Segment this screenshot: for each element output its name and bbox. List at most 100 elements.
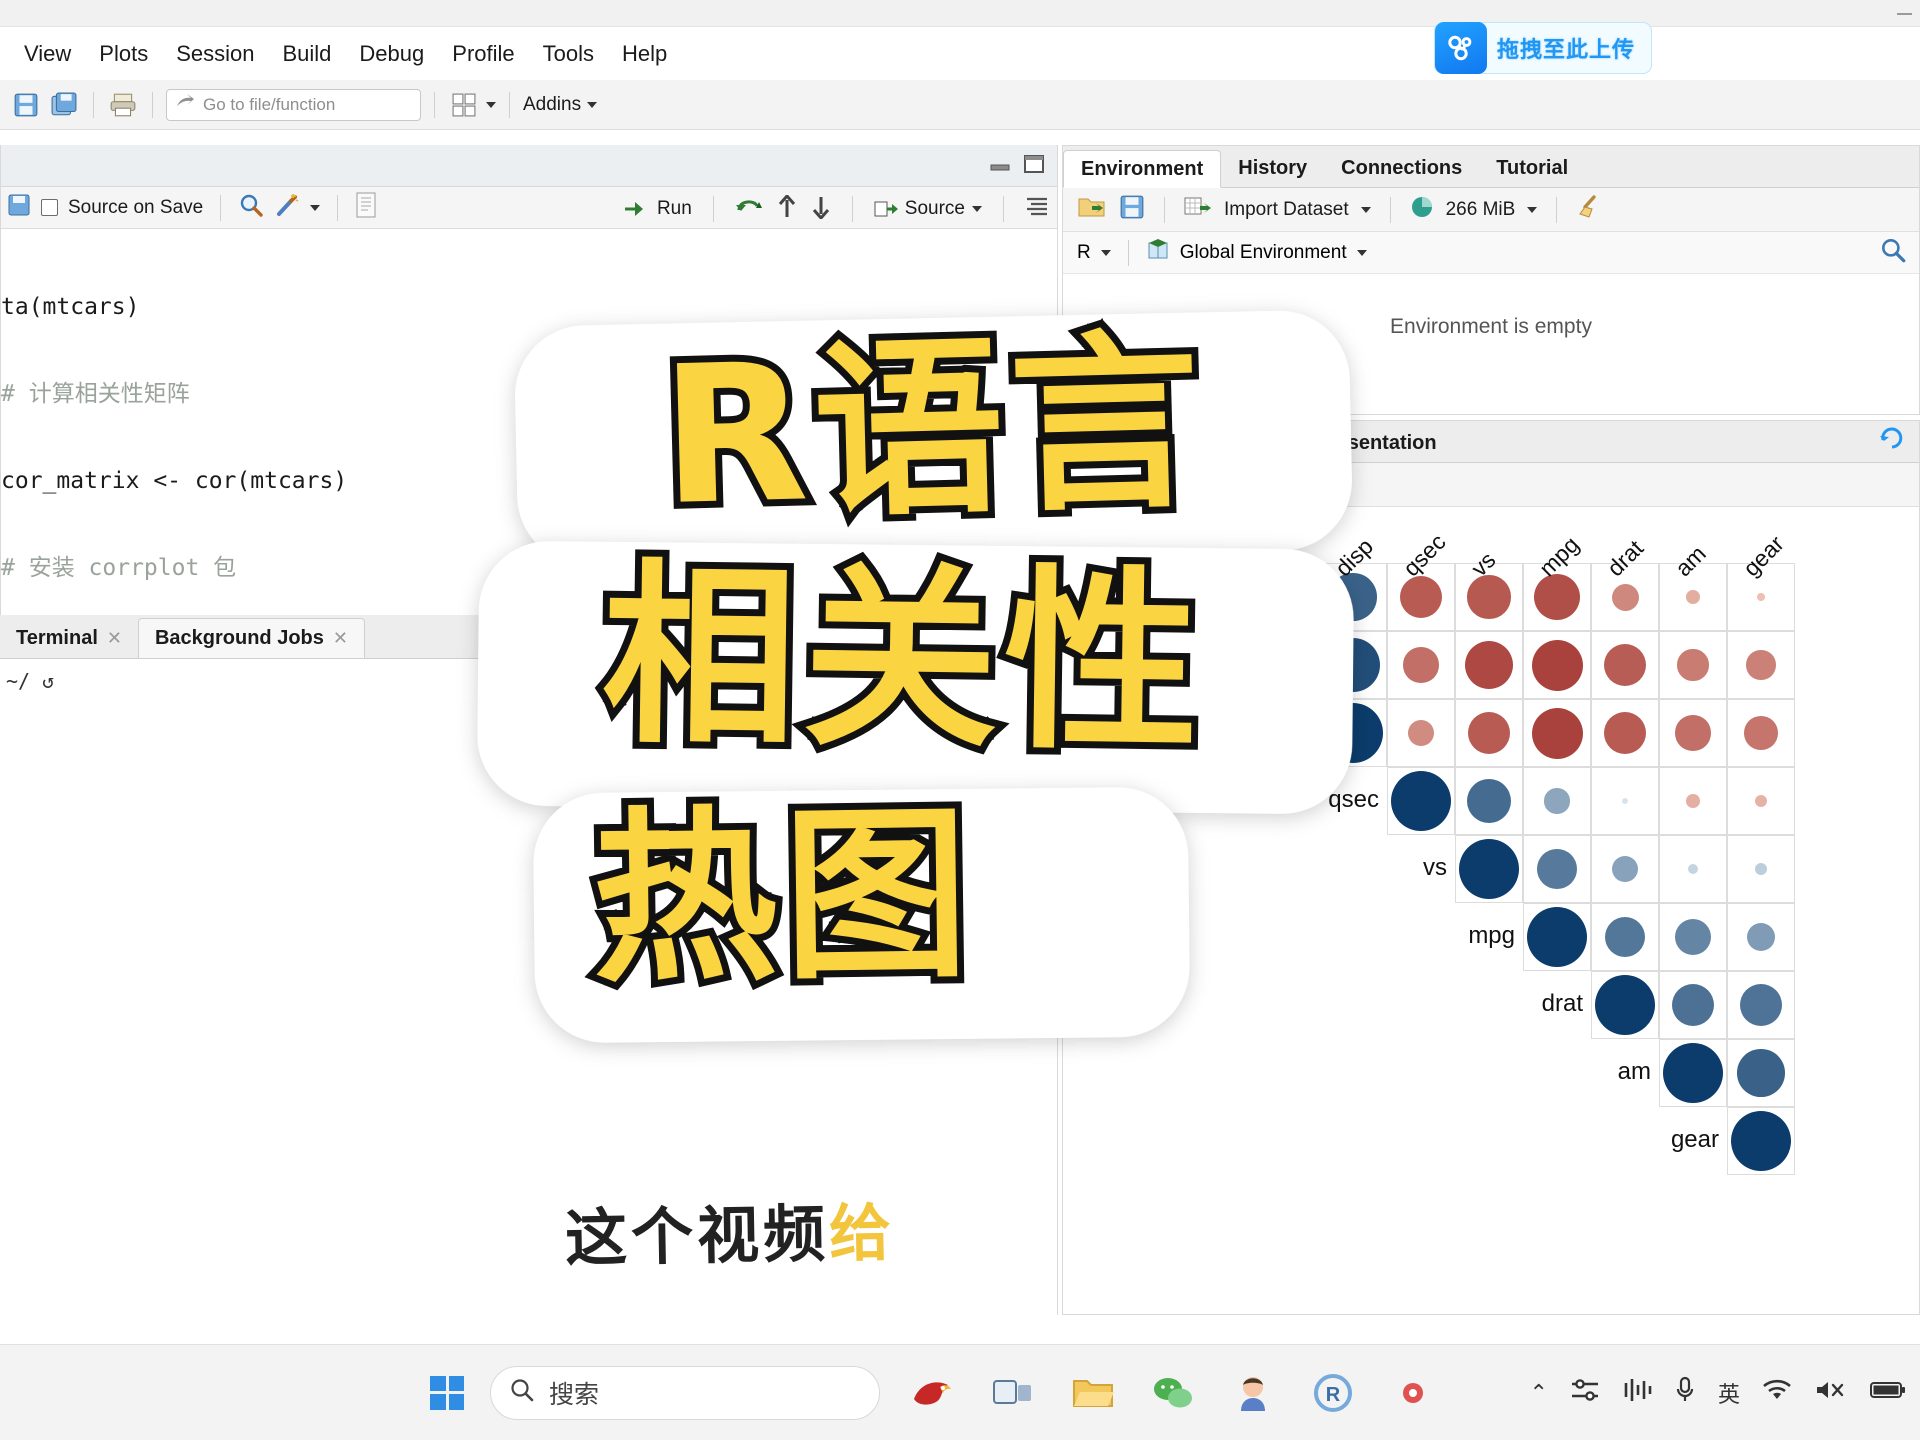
save-all-icon[interactable] [48,89,80,121]
memory-caret[interactable] [1527,206,1538,213]
console-refresh-icon[interactable]: ↺ [42,669,54,693]
arrow-up-icon[interactable] [777,193,797,224]
microphone-icon[interactable] [1674,1376,1696,1410]
clear-plot-icon[interactable] [1235,469,1261,501]
import-dataset-label[interactable]: Import Dataset [1224,199,1349,221]
import-dataset-icon[interactable] [1184,195,1212,224]
close-icon[interactable]: ✕ [107,628,122,649]
close-icon[interactable]: ✕ [333,628,348,649]
windows-start-icon[interactable] [430,1375,464,1410]
save-icon[interactable] [10,89,42,121]
editor-divider-4 [851,196,853,222]
tab-presentation[interactable]: Presentation [1298,424,1453,462]
import-dataset-caret[interactable] [1360,206,1371,213]
run-button[interactable]: Run [624,198,692,220]
addins-label: Addins [523,93,582,115]
corr-circle [1255,635,1315,695]
corr-row-label: qsec [1328,786,1379,813]
panes-dropdown-caret[interactable] [486,101,496,108]
battery-icon[interactable] [1870,1380,1906,1406]
env-divider-4 [1127,239,1129,266]
rstudio-main-toolbar: Go to file/function Addins [0,80,1920,130]
menu-item-tools[interactable]: Tools [529,37,608,71]
wechat-icon[interactable] [1146,1366,1200,1420]
scope-caret[interactable] [1356,249,1367,256]
corr-circle [1677,649,1709,681]
ime-language-indicator[interactable]: 英 [1718,1377,1740,1409]
magnifier-icon[interactable] [238,192,264,223]
menu-item-help[interactable]: Help [608,37,681,71]
avatar-app-icon[interactable] [1226,1366,1280,1420]
menu-item-plots[interactable]: Plots [85,37,162,71]
minimize-pane-icon[interactable] [989,156,1011,177]
compile-report-icon[interactable] [355,192,377,223]
code-line-4: # 安装 corrplot 包 [1,555,237,581]
code-line-2: # 计算相关性矩阵 [1,381,190,407]
export-caret[interactable] [1181,481,1192,488]
rerun-icon[interactable] [735,196,763,223]
wand-dropdown-caret[interactable] [310,204,321,211]
menu-item-build[interactable]: Build [269,37,346,71]
editor-divider-3 [712,196,714,222]
export-label: Export [1113,473,1168,495]
editor-divider-2 [337,194,339,221]
tab-history[interactable]: History [1221,149,1324,187]
tab-background-jobs[interactable]: Background Jobs ✕ [137,618,365,658]
r-console-icon[interactable] [1386,1366,1440,1420]
environment-search-icon[interactable] [1879,236,1907,270]
document-outline-icon[interactable] [1025,196,1049,223]
memory-usage-label[interactable]: 266 MiB [1446,199,1516,221]
workspace-panes-icon[interactable] [448,89,480,121]
goto-file-function-input[interactable]: Go to file/function [166,88,421,121]
code-line-1: ta(mtcars) [1,294,140,320]
broom-icon[interactable] [1576,194,1602,225]
magic-wand-icon[interactable] [274,192,300,223]
export-button[interactable]: Export [1113,474,1168,496]
arrow-down-icon[interactable] [811,195,831,224]
rstudio-icon[interactable]: R [1306,1366,1360,1420]
source-on-save-checkbox[interactable] [41,199,58,216]
menu-item-session[interactable]: Session [162,37,268,71]
code-editor-content[interactable]: ta(mtcars) # 计算相关性矩阵 cor_matrix <- cor(m… [1,231,1057,661]
environment-scope-label[interactable]: Global Environment [1180,242,1347,264]
menu-item-view[interactable]: View [10,37,85,71]
refresh-icon[interactable] [1879,425,1919,462]
environment-pane: Environment History Connections Tutorial… [1062,145,1920,415]
tab-terminal[interactable]: Terminal ✕ [0,618,138,658]
menu-item-debug[interactable]: Debug [345,37,438,71]
language-caret[interactable] [1100,249,1111,256]
tab-help[interactable]: Help [1123,424,1200,462]
source-button[interactable]: Source [874,198,982,220]
environment-language-label[interactable]: R [1077,242,1091,264]
save-document-icon[interactable] [7,193,31,222]
audio-meter-icon[interactable] [1622,1377,1652,1409]
tab-viewer[interactable]: Viewer [1200,424,1298,462]
print-icon[interactable] [107,89,139,121]
task-view-icon[interactable] [986,1366,1040,1420]
corr-circle [1744,716,1778,750]
taskbar-search-input[interactable]: 搜索 [490,1365,880,1420]
maximize-pane-icon[interactable] [1023,154,1045,179]
volume-muted-icon[interactable] [1814,1378,1848,1408]
netdisk-drag-upload-prompt[interactable]: 拖拽至此上传 [1434,22,1653,74]
corr-circle [1757,593,1765,601]
plots-tab-row: Help Viewer Presentation [1063,421,1919,463]
source-dropdown-caret[interactable] [972,206,982,212]
tab-tutorial[interactable]: Tutorial [1479,149,1585,187]
show-hidden-icons[interactable]: ⌃ [1530,1380,1548,1406]
tab-connections[interactable]: Connections [1324,149,1479,187]
minimize-button[interactable]: — [1897,6,1912,21]
wifi-icon[interactable] [1762,1378,1792,1408]
open-folder-icon[interactable] [1077,194,1107,225]
file-explorer-icon[interactable] [1066,1366,1120,1420]
save-workspace-icon[interactable] [1119,194,1145,225]
menu-item-profile[interactable]: Profile [438,37,528,71]
tab-environment[interactable]: Environment [1063,150,1222,188]
broom-icon[interactable] [1304,469,1330,501]
netdisk-upload-label: 拖拽至此上传 [1497,37,1636,62]
corr-circle [1740,984,1782,1026]
window-controls: — [1897,0,1912,27]
settings-sliders-icon[interactable] [1570,1377,1600,1409]
dragon-app-icon[interactable] [906,1366,960,1420]
addins-menu[interactable]: Addins [523,93,598,116]
